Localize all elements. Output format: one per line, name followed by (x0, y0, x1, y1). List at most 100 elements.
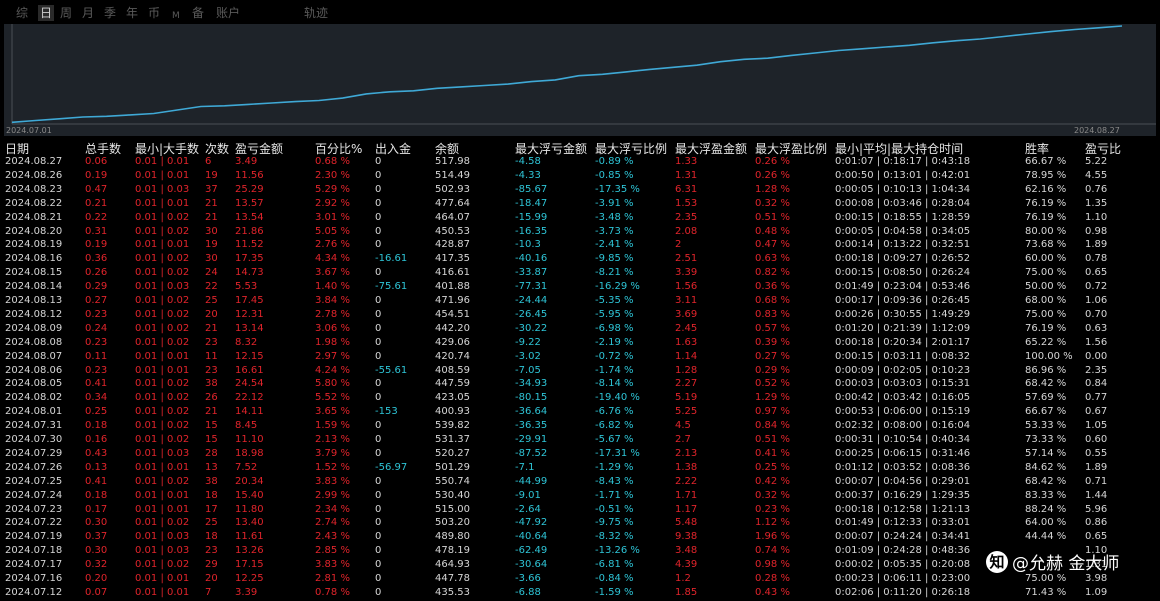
table-row[interactable]: 2024.08.02 0.34 0.01 | 0.02 26 22.12 5.52 % 0 4… (0, 391, 1160, 405)
cell-date: 2024.08.12 (5, 308, 63, 320)
cell-win-rate: 66.67 % (1025, 406, 1067, 418)
tab-m[interactable]: M (172, 8, 180, 24)
tab-notes[interactable]: 备 (192, 5, 204, 21)
watermark-text: @允赫 金大师 (1012, 554, 1120, 574)
table-row[interactable]: 2024.07.24 0.18 0.01 | 0.01 18 15.40 2.99 % 0 5… (0, 489, 1160, 503)
table-row[interactable]: 2024.08.22 0.21 0.01 | 0.01 21 13.57 2.92 % 0 4… (0, 197, 1160, 211)
cell-pnl-amount: 3.39 (235, 586, 258, 598)
tab-quarter[interactable]: 季 (104, 5, 116, 21)
cell-count: 18 (205, 531, 218, 543)
tab-month[interactable]: 月 (82, 5, 94, 21)
tab-summary[interactable]: 综 (16, 5, 28, 21)
cell-date: 2024.07.17 (5, 559, 63, 571)
cell-max-floating-loss-ratio: -17.35 % (595, 183, 640, 195)
cell-balance: 429.06 (435, 336, 470, 348)
table-row[interactable]: 2024.08.14 0.29 0.01 | 0.03 22 5.53 1.40 % -75… (0, 280, 1160, 294)
cell-max-floating-loss: -26.45 (515, 308, 548, 320)
cell-max-floating-loss: -40.16 (515, 253, 548, 265)
cell-percent: 1.98 % (315, 336, 350, 348)
table-row[interactable]: 2024.08.19 0.19 0.01 | 0.01 19 11.52 2.76 % 0 4… (0, 238, 1160, 252)
table-row[interactable]: 2024.08.08 0.23 0.01 | 0.02 23 8.32 1.98 % 0 42… (0, 336, 1160, 350)
cell-pnl-amount: 17.35 (235, 253, 264, 265)
table-row[interactable]: 2024.07.30 0.16 0.01 | 0.02 15 11.10 2.13 % 0 5… (0, 433, 1160, 447)
tab-trajectory[interactable]: 轨迹 (304, 5, 328, 21)
cell-total-lots: 0.21 (85, 197, 108, 209)
table-row[interactable]: 2024.07.12 0.07 0.01 | 0.01 7 3.39 0.78 % 0 435… (0, 586, 1160, 600)
table-row[interactable]: 2024.08.12 0.23 0.01 | 0.02 20 12.31 2.78 % 0 4… (0, 308, 1160, 322)
table-row[interactable]: 2024.08.09 0.24 0.01 | 0.02 21 13.14 3.06 % 0 4… (0, 322, 1160, 336)
cell-min-max-lots: 0.01 | 0.02 (135, 308, 190, 320)
cell-min-max-lots: 0.01 | 0.02 (135, 475, 190, 487)
table-row[interactable]: 2024.07.19 0.37 0.01 | 0.03 18 11.61 2.43 % 0 4… (0, 530, 1160, 544)
cell-pnl-amount: 20.34 (235, 475, 264, 487)
cell-deposit-withdrawal: 0 (375, 183, 382, 195)
chart-end-date: 2024.08.27 (1074, 126, 1120, 135)
cell-win-rate: 76.19 % (1025, 197, 1067, 209)
table-row[interactable]: 2024.07.31 0.18 0.01 | 0.02 15 8.45 1.59 % 0 53… (0, 419, 1160, 433)
cell-max-floating-profit: 1.2 (675, 573, 691, 584)
cell-deposit-withdrawal: -56.97 (375, 461, 408, 473)
cell-max-floating-profit-ratio: 1.29 % (755, 392, 790, 404)
cell-date: 2024.08.01 (5, 406, 63, 418)
cell-balance: 435.53 (435, 586, 470, 598)
cell-deposit-withdrawal: 0 (375, 434, 382, 445)
cell-date: 2024.08.23 (5, 183, 63, 195)
cell-holding-time: 0:00:07 | 0:04:56 | 0:29:01 (835, 475, 971, 487)
table-row[interactable]: 2024.08.13 0.27 0.01 | 0.02 25 17.45 3.84 % 0 4… (0, 294, 1160, 308)
table-row[interactable]: 2024.07.25 0.41 0.01 | 0.02 38 20.34 3.83 % 0 5… (0, 475, 1160, 489)
cell-count: 38 (205, 378, 218, 390)
cell-max-floating-profit: 2.13 (675, 447, 698, 459)
cell-min-max-lots: 0.01 | 0.02 (135, 517, 190, 529)
cell-date: 2024.07.25 (5, 475, 63, 487)
table-row[interactable]: 2024.07.29 0.43 0.01 | 0.03 28 18.98 3.79 % 0 5… (0, 447, 1160, 461)
cell-pnl-amount: 17.15 (235, 559, 264, 571)
tab-week[interactable]: 周 (60, 5, 72, 21)
table-row[interactable]: 2024.07.26 0.13 0.01 | 0.01 13 7.52 1.52 % -56… (0, 461, 1160, 475)
cell-win-rate: 50.00 % (1025, 281, 1067, 293)
cell-total-lots: 0.31 (85, 225, 108, 237)
cell-min-max-lots: 0.01 | 0.01 (135, 573, 190, 584)
table-row[interactable]: 2024.08.26 0.19 0.01 | 0.01 19 11.56 2.30 % 0 5… (0, 169, 1160, 183)
cell-win-rate: 86.96 % (1025, 364, 1067, 376)
tab-day[interactable]: 日 (38, 5, 55, 21)
cell-profit-loss-ratio: 5.22 (1085, 156, 1108, 167)
cell-max-floating-profit-ratio: 0.84 % (755, 420, 790, 432)
table-row[interactable]: 2024.07.22 0.30 0.01 | 0.02 25 13.40 2.74 % 0 5… (0, 516, 1160, 530)
cell-max-floating-loss-ratio: -9.75 % (595, 517, 634, 529)
cell-win-rate: 75.00 % (1025, 267, 1067, 279)
table-row[interactable]: 2024.08.27 0.06 0.01 | 0.01 6 3.49 0.68 % 0 517… (0, 155, 1160, 169)
tab-currency[interactable]: 币 (148, 5, 160, 21)
table-row[interactable]: 2024.08.01 0.25 0.01 | 0.02 21 14.11 3.65 % -1… (0, 405, 1160, 419)
cell-total-lots: 0.13 (85, 461, 108, 473)
cell-deposit-withdrawal: 0 (375, 531, 382, 543)
cell-max-floating-loss-ratio: -1.29 % (595, 461, 634, 473)
cell-max-floating-loss: -62.49 (515, 545, 548, 557)
table-row[interactable]: 2024.08.15 0.26 0.01 | 0.02 24 14.73 3.67 % 0 4… (0, 266, 1160, 280)
cell-holding-time: 0:01:49 | 0:23:04 | 0:53:46 (835, 281, 971, 293)
table-row[interactable]: 2024.08.16 0.36 0.01 | 0.02 30 17.35 4.34 % -1… (0, 252, 1160, 266)
cell-max-floating-profit: 1.38 (675, 461, 698, 473)
table-row[interactable]: 2024.08.05 0.41 0.01 | 0.02 38 24.54 5.80 % 0 4… (0, 377, 1160, 391)
tab-year[interactable]: 年 (126, 5, 138, 21)
cell-pnl-amount: 5.53 (235, 281, 258, 293)
cell-max-floating-profit-ratio: 0.43 % (755, 586, 790, 598)
cell-max-floating-profit: 3.11 (675, 295, 698, 306)
cell-max-floating-loss: -9.22 (515, 336, 541, 348)
cell-total-lots: 0.19 (85, 239, 108, 251)
cell-balance: 416.61 (435, 267, 470, 279)
cell-holding-time: 0:00:09 | 0:02:05 | 0:10:23 (835, 364, 971, 376)
table-row[interactable]: 2024.08.21 0.22 0.01 | 0.02 21 13.54 3.01 % 0 4… (0, 211, 1160, 225)
table-row[interactable]: 2024.08.23 0.47 0.01 | 0.03 37 25.29 5.29 % 0 5… (0, 183, 1160, 197)
cell-max-floating-loss-ratio: -3.73 % (595, 225, 634, 237)
table-row[interactable]: 2024.07.23 0.17 0.01 | 0.01 17 11.80 2.34 % 0 5… (0, 503, 1160, 517)
cell-max-floating-profit: 5.25 (675, 406, 698, 418)
table-row[interactable]: 2024.08.06 0.23 0.01 | 0.01 23 16.61 4.24 % -5… (0, 364, 1160, 378)
cell-percent: 3.79 % (315, 447, 350, 459)
cell-deposit-withdrawal: 0 (375, 559, 382, 571)
table-row[interactable]: 2024.08.20 0.31 0.01 | 0.02 30 21.86 5.05 % 0 4… (0, 225, 1160, 239)
table-row[interactable]: 2024.08.07 0.11 0.01 | 0.01 11 12.15 2.97 % 0 4… (0, 350, 1160, 364)
cell-pnl-amount: 13.40 (235, 517, 264, 529)
tab-account[interactable]: 账户 (216, 5, 240, 21)
cell-total-lots: 0.22 (85, 211, 108, 223)
table-row[interactable]: 2024.07.16 0.20 0.01 | 0.01 20 12.25 2.81 % 0 4… (0, 572, 1160, 586)
